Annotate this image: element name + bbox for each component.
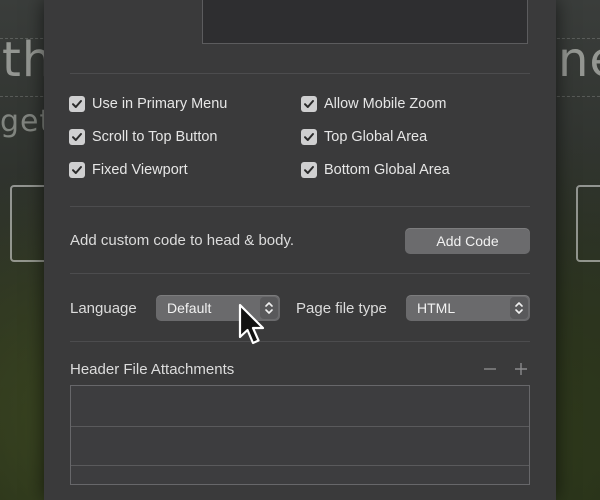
mouse-pointer-icon: [238, 303, 265, 345]
divider: [70, 273, 530, 274]
checkmark-icon: [304, 133, 314, 141]
page-file-type-select-value: HTML: [417, 300, 456, 316]
checkmark-icon: [304, 100, 314, 108]
page-file-type-select[interactable]: HTML: [406, 295, 530, 321]
checkmark-icon: [304, 166, 314, 174]
header-attachments-label: Header File Attachments: [70, 361, 235, 378]
divider: [70, 73, 530, 74]
up-down-chevron-icon: [515, 302, 523, 314]
use-primary-menu-label: Use in Primary Menu: [92, 96, 228, 112]
fixed-viewport-label: Fixed Viewport: [92, 162, 188, 178]
checkmark-icon: [72, 166, 82, 174]
scroll-to-top-option[interactable]: Scroll to Top Button: [69, 129, 217, 145]
description-textarea[interactable]: [202, 0, 528, 44]
header-attachments-list[interactable]: [70, 385, 530, 485]
minus-icon[interactable]: [482, 361, 498, 377]
allow-mobile-zoom-option[interactable]: Allow Mobile Zoom: [301, 96, 447, 112]
background-headline-right: ne: [558, 32, 600, 88]
background-button: [576, 185, 600, 262]
scroll-to-top-checkbox[interactable]: [69, 129, 85, 145]
bottom-global-area-checkbox[interactable]: [301, 162, 317, 178]
bottom-global-area-label: Bottom Global Area: [324, 162, 450, 178]
top-global-area-option[interactable]: Top Global Area: [301, 129, 427, 145]
use-primary-menu-checkbox[interactable]: [69, 96, 85, 112]
custom-code-description: Add custom code to head & body.: [70, 232, 295, 249]
divider: [70, 206, 530, 207]
allow-mobile-zoom-checkbox[interactable]: [301, 96, 317, 112]
use-primary-menu-option[interactable]: Use in Primary Menu: [69, 96, 227, 112]
list-item[interactable]: [71, 426, 529, 466]
bottom-global-area-option[interactable]: Bottom Global Area: [301, 162, 450, 178]
checkmark-icon: [72, 100, 82, 108]
scroll-to-top-label: Scroll to Top Button: [92, 129, 218, 145]
fixed-viewport-checkbox[interactable]: [69, 162, 85, 178]
top-global-area-label: Top Global Area: [324, 129, 428, 145]
page-file-type-select-stepper[interactable]: [510, 297, 528, 319]
plus-icon[interactable]: [513, 361, 529, 377]
fixed-viewport-option[interactable]: Fixed Viewport: [69, 162, 188, 178]
divider: [70, 341, 530, 342]
checkmark-icon: [72, 133, 82, 141]
allow-mobile-zoom-label: Allow Mobile Zoom: [324, 96, 447, 112]
top-global-area-checkbox[interactable]: [301, 129, 317, 145]
list-item[interactable]: [71, 386, 529, 427]
language-select-value: Default: [167, 300, 212, 316]
page-settings-panel: Use in Primary Menu Allow Mobile Zoom Sc…: [44, 0, 556, 500]
add-code-button[interactable]: Add Code: [405, 228, 530, 254]
page-file-type-label: Page file type: [296, 300, 387, 317]
language-label: Language: [70, 300, 137, 317]
